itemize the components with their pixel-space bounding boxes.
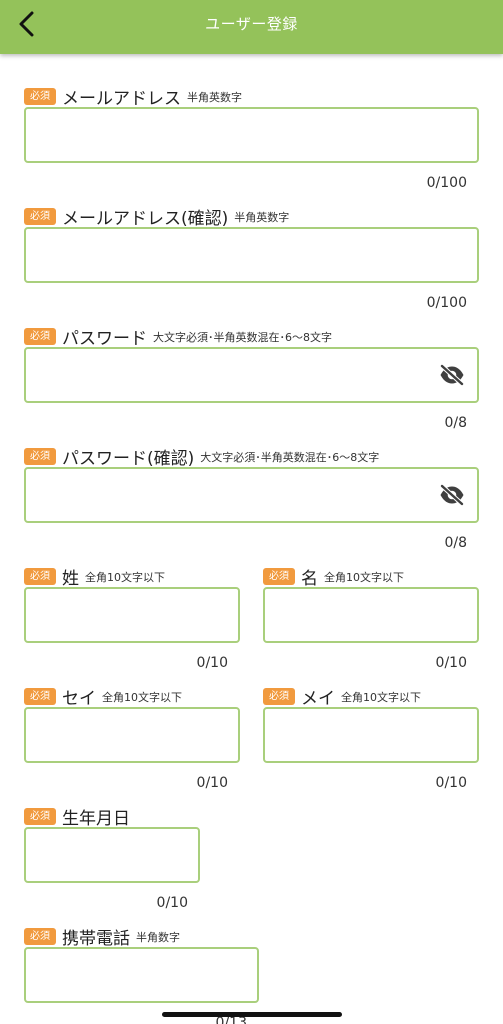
email-confirm-hint: 半角英数字: [234, 210, 290, 224]
first-name-input[interactable]: [263, 587, 479, 643]
first-name-field-group: 必須 名 全角10文字以下 0/10: [263, 564, 479, 674]
required-badge: 必須: [24, 208, 56, 225]
user-registration-screen: ユーザー登録 必須 メールアドレス 半角英数字 0/100 必須 メールアドレス…: [0, 0, 503, 1024]
password-confirm-input[interactable]: [24, 467, 479, 523]
email-input[interactable]: [24, 107, 479, 163]
last-name-kana-label-row: 必須 セイ 全角10文字以下: [24, 684, 182, 709]
first-name-hint: 全角10文字以下: [324, 570, 404, 584]
last-name-kana-input[interactable]: [24, 707, 240, 763]
first-name-counter: 0/10: [435, 655, 467, 671]
first-name-label-row: 必須 名 全角10文字以下: [263, 564, 404, 589]
last-name-kana-hint: 全角10文字以下: [102, 690, 182, 704]
page-title: ユーザー登録: [205, 15, 298, 33]
last-name-kana-field-group: 必須 セイ 全角10文字以下 0/10: [24, 684, 240, 794]
birthday-input[interactable]: [24, 827, 200, 883]
email-confirm-label: メールアドレス(確認): [62, 209, 229, 229]
first-name-kana-hint: 全角10文字以下: [341, 690, 421, 704]
app-header: ユーザー登録: [0, 0, 503, 54]
mobile-label: 携帯電話: [62, 929, 130, 949]
password-counter: 0/8: [444, 415, 467, 431]
birthday-label-row: 必須 生年月日: [24, 804, 130, 829]
first-name-kana-label: メイ: [301, 689, 335, 709]
email-confirm-field-group: 必須 メールアドレス(確認) 半角英数字 0/100: [24, 204, 479, 314]
required-badge: 必須: [24, 328, 56, 345]
required-badge: 必須: [24, 448, 56, 465]
home-indicator: [162, 1012, 342, 1017]
mobile-hint: 半角数字: [136, 930, 180, 944]
birthday-label: 生年月日: [62, 809, 130, 829]
birthday-counter: 0/10: [156, 895, 188, 911]
required-badge: 必須: [24, 928, 56, 945]
eye-off-icon[interactable]: [439, 364, 465, 386]
last-name-field-group: 必須 姓 全角10文字以下 0/10: [24, 564, 240, 674]
email-confirm-label-row: 必須 メールアドレス(確認) 半角英数字: [24, 204, 289, 229]
first-name-kana-field-group: 必須 メイ 全角10文字以下 0/10: [263, 684, 479, 794]
mobile-label-row: 必須 携帯電話 半角数字: [24, 924, 180, 949]
password-field-group: 必須 パスワード 大文字必須･半角英数混在･6〜8文字 0/8: [24, 324, 479, 434]
password-label: パスワード: [62, 329, 147, 349]
birthday-field-group: 必須 生年月日 0/10: [24, 804, 200, 914]
first-name-kana-counter: 0/10: [435, 775, 467, 791]
password-confirm-field-group: 必須 パスワード(確認) 大文字必須･半角英数混在･6〜8文字 0/8: [24, 444, 479, 554]
last-name-label: 姓: [62, 569, 79, 589]
password-label-row: 必須 パスワード 大文字必須･半角英数混在･6〜8文字: [24, 324, 332, 349]
email-field-group: 必須 メールアドレス 半角英数字 0/100: [24, 84, 479, 194]
required-badge: 必須: [24, 568, 56, 585]
password-confirm-hint: 大文字必須･半角英数混在･6〜8文字: [200, 450, 380, 464]
email-confirm-input[interactable]: [24, 227, 479, 283]
mobile-field-group: 必須 携帯電話 半角数字 0/13: [24, 924, 259, 1024]
required-badge: 必須: [24, 88, 56, 105]
password-hint: 大文字必須･半角英数混在･6〜8文字: [153, 330, 332, 344]
email-hint: 半角英数字: [187, 90, 242, 104]
mobile-input[interactable]: [24, 947, 259, 1003]
password-confirm-label-row: 必須 パスワード(確認) 大文字必須･半角英数混在･6〜8文字: [24, 444, 379, 469]
required-badge: 必須: [24, 808, 56, 825]
last-name-kana-label: セイ: [62, 689, 96, 709]
email-counter: 0/100: [426, 175, 467, 191]
last-name-hint: 全角10文字以下: [85, 570, 165, 584]
email-label: メールアドレス: [62, 89, 181, 109]
last-name-kana-counter: 0/10: [196, 775, 228, 791]
first-name-label: 名: [301, 569, 318, 589]
eye-off-icon[interactable]: [439, 484, 465, 506]
last-name-label-row: 必須 姓 全角10文字以下: [24, 564, 165, 589]
password-input[interactable]: [24, 347, 479, 403]
first-name-kana-input[interactable]: [263, 707, 479, 763]
first-name-kana-label-row: 必須 メイ 全角10文字以下: [263, 684, 421, 709]
required-badge: 必須: [263, 568, 295, 585]
password-confirm-counter: 0/8: [444, 535, 467, 551]
required-badge: 必須: [24, 688, 56, 705]
last-name-input[interactable]: [24, 587, 240, 643]
email-confirm-counter: 0/100: [426, 295, 467, 311]
password-confirm-label: パスワード(確認): [62, 449, 195, 469]
last-name-counter: 0/10: [196, 655, 228, 671]
email-label-row: 必須 メールアドレス 半角英数字: [24, 84, 242, 109]
required-badge: 必須: [263, 688, 295, 705]
